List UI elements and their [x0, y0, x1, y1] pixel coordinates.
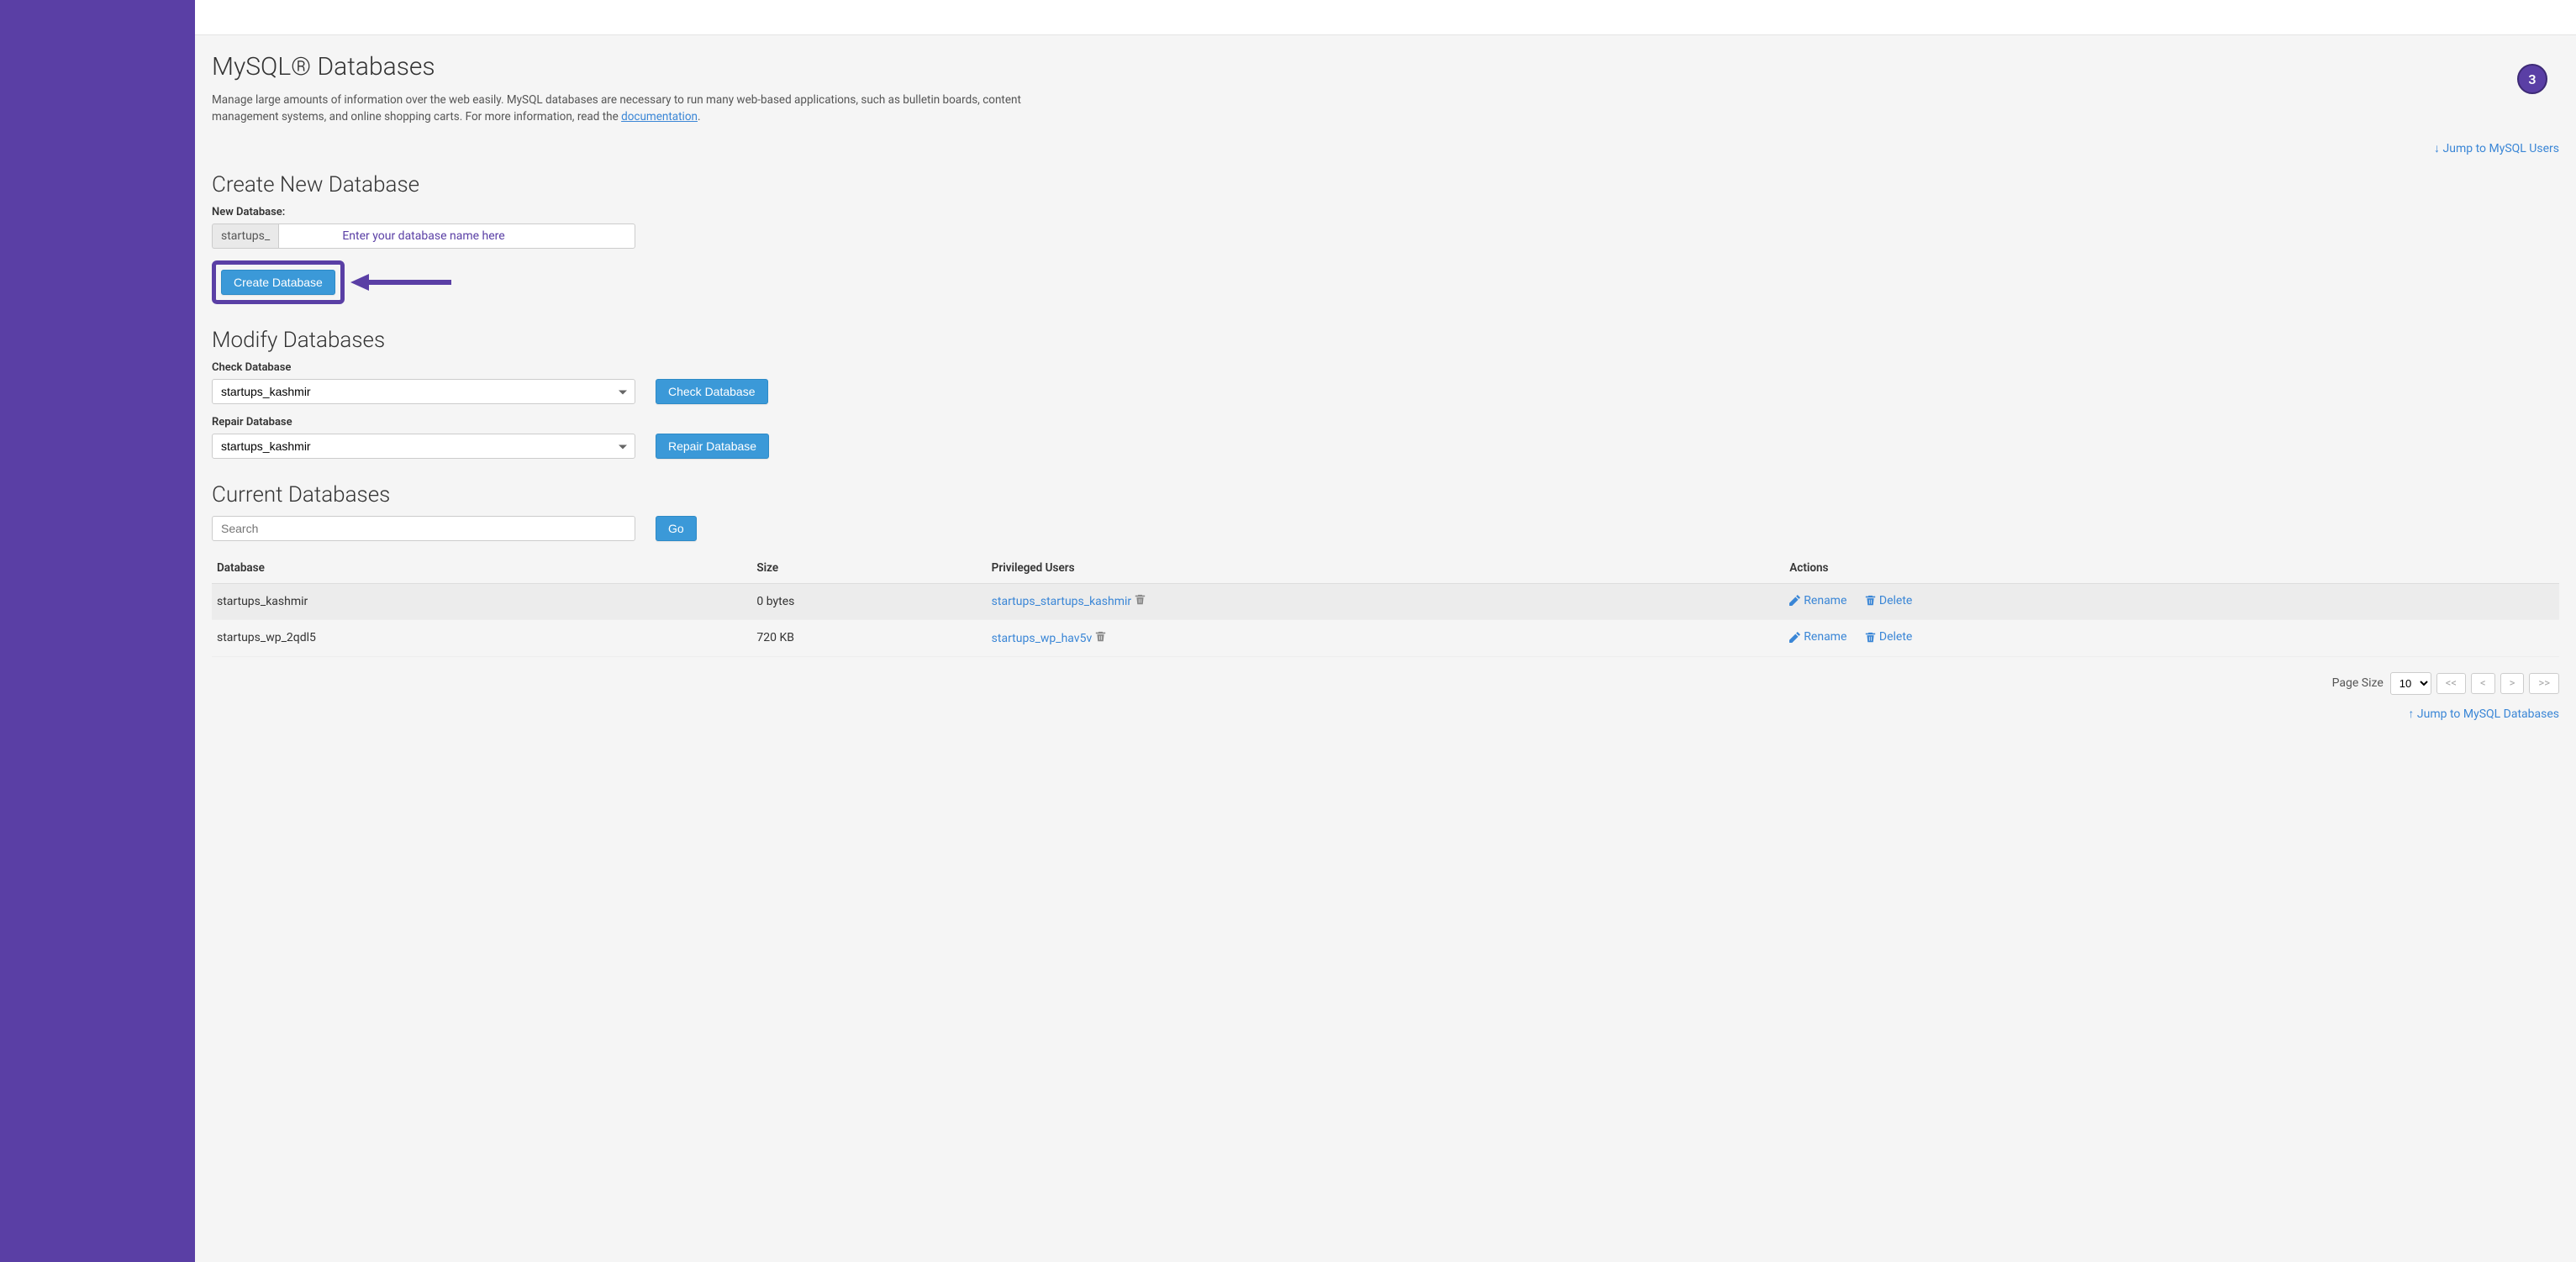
db-prefix-addon: startups_ — [212, 223, 278, 249]
check-database-select-wrap: startups_kashmir — [212, 379, 635, 404]
page-title: MySQL® Databases — [212, 52, 2559, 82]
trash-icon[interactable] — [1135, 594, 1146, 605]
trash-icon — [1865, 595, 1876, 606]
page-size-select[interactable]: 10 — [2390, 672, 2431, 695]
cell-database: startups_kashmir — [212, 583, 751, 620]
annotation-arrow-icon — [350, 276, 451, 289]
step-badge: 3 — [2517, 64, 2547, 94]
privileged-user-link[interactable]: startups_wp_hav5v — [992, 632, 1093, 645]
pager-first-button[interactable]: << — [2436, 673, 2466, 694]
jump-link-row: Jump to MySQL Users — [212, 134, 2559, 172]
current-databases-heading: Current Databases — [212, 482, 2559, 507]
sidebar — [0, 0, 195, 1262]
trash-icon — [1865, 632, 1876, 643]
pager-last-button[interactable]: >> — [2529, 673, 2559, 694]
col-database: Database — [212, 553, 751, 584]
create-database-heading: Create New Database — [212, 172, 2559, 197]
check-database-select[interactable]: startups_kashmir — [212, 379, 635, 404]
col-actions: Actions — [1784, 553, 2559, 584]
content-area: MySQL® Databases Manage large amounts of… — [195, 35, 2576, 1262]
jump-to-mysql-databases-link[interactable]: Jump to MySQL Databases — [2408, 707, 2559, 721]
pager-prev-button[interactable]: < — [2471, 673, 2495, 694]
top-bar — [195, 0, 2576, 35]
table-row: startups_wp_2qdl5 720 KB startups_wp_hav… — [212, 620, 2559, 657]
table-row: startups_kashmir 0 bytes startups_startu… — [212, 583, 2559, 620]
pencil-icon — [1789, 595, 1800, 606]
col-size: Size — [751, 553, 986, 584]
col-users: Privileged Users — [987, 553, 1785, 584]
documentation-link[interactable]: documentation — [621, 110, 698, 124]
repair-database-label: Repair Database — [212, 416, 2559, 429]
check-database-label: Check Database — [212, 361, 2559, 374]
pagination-row: Page Size 10 << < > >> — [212, 672, 2559, 695]
create-database-highlight-box: Create Database — [212, 260, 345, 304]
cell-size: 720 KB — [751, 620, 986, 657]
repair-database-select[interactable]: startups_kashmir — [212, 434, 635, 459]
page-description: Manage large amounts of information over… — [212, 92, 1052, 126]
pager-next-button[interactable]: > — [2500, 673, 2525, 694]
check-database-button[interactable]: Check Database — [656, 379, 768, 404]
create-database-button[interactable]: Create Database — [221, 270, 335, 295]
repair-database-select-wrap: startups_kashmir — [212, 434, 635, 459]
search-input[interactable] — [212, 516, 635, 541]
trash-icon[interactable] — [1095, 631, 1106, 642]
jump-to-mysql-users-link[interactable]: Jump to MySQL Users — [2434, 142, 2559, 155]
page-size-label: Page Size — [2332, 676, 2384, 690]
page-description-text: Manage large amounts of information over… — [212, 93, 1021, 124]
bottom-jump-row: Jump to MySQL Databases — [212, 707, 2559, 721]
databases-table: Database Size Privileged Users Actions s… — [212, 553, 2559, 657]
modify-databases-heading: Modify Databases — [212, 328, 2559, 353]
cell-database: startups_wp_2qdl5 — [212, 620, 751, 657]
pencil-icon — [1789, 632, 1800, 643]
delete-link[interactable]: Delete — [1865, 630, 1912, 644]
repair-database-button[interactable]: Repair Database — [656, 434, 769, 459]
main-scroll-area[interactable]: MySQL® Databases Manage large amounts of… — [195, 0, 2576, 1262]
rename-link[interactable]: Rename — [1789, 630, 1846, 644]
privileged-user-link[interactable]: startups_startups_kashmir — [992, 595, 1132, 608]
new-database-input[interactable] — [278, 223, 635, 249]
new-database-label: New Database: — [212, 206, 2559, 218]
go-button[interactable]: Go — [656, 516, 697, 541]
cell-size: 0 bytes — [751, 583, 986, 620]
page-description-suffix: . — [698, 110, 701, 124]
rename-link[interactable]: Rename — [1789, 594, 1846, 607]
new-database-input-group: startups_ Enter your database name here — [212, 223, 635, 249]
delete-link[interactable]: Delete — [1865, 594, 1912, 607]
